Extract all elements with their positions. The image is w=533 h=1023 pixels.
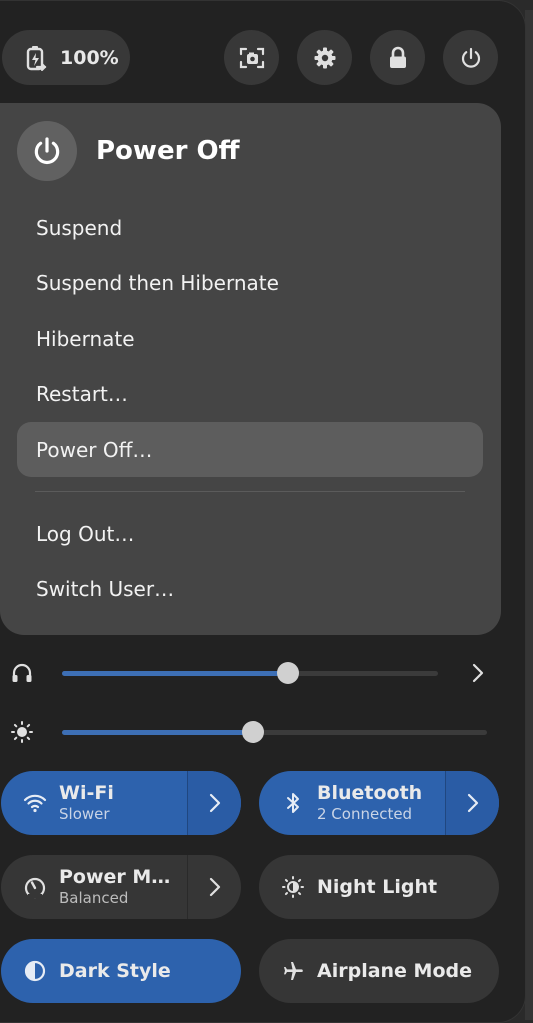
battery-percentage: 100% [60, 46, 119, 69]
menu-item-restart[interactable]: Restart… [17, 366, 483, 421]
power-mode-toggle[interactable]: Power M… Balanced [1, 855, 241, 919]
panel-edge [525, 10, 533, 1020]
dark-style-icon [23, 959, 47, 983]
power-menu-title: Power Off [96, 136, 240, 166]
power-mode-toggle-title: Power M… [59, 866, 171, 888]
night-light-icon [281, 875, 305, 899]
brightness-slider-handle[interactable] [242, 721, 265, 743]
airplane-icon [281, 959, 305, 983]
menu-item-label: Restart… [36, 381, 128, 406]
chevron-right-icon [209, 877, 220, 897]
power-mode-icon [23, 875, 47, 899]
chevron-right-icon [472, 663, 484, 683]
lock-icon [388, 46, 408, 70]
screenshot-button[interactable] [224, 30, 279, 85]
settings-button[interactable] [297, 30, 352, 85]
dark-style-toggle[interactable]: Dark Style [1, 939, 241, 1003]
menu-separator [35, 491, 465, 492]
menu-item-label: Hibernate [36, 326, 135, 351]
power-icon [459, 46, 483, 70]
power-icon [17, 121, 77, 181]
airplane-mode-toggle-title: Airplane Mode [317, 960, 472, 982]
wifi-icon [23, 791, 47, 815]
wifi-toggle[interactable]: Wi-Fi Slower [1, 771, 241, 835]
power-mode-toggle-subtitle: Balanced [59, 889, 129, 907]
brightness-slider[interactable] [62, 721, 487, 743]
screenshot-icon [239, 46, 265, 70]
chevron-right-icon [209, 793, 220, 813]
night-light-toggle-title: Night Light [317, 876, 438, 898]
menu-item-label: Switch User… [36, 576, 175, 601]
power-mode-menu-button[interactable] [187, 855, 241, 919]
dark-style-toggle-title: Dark Style [59, 960, 171, 982]
power-off-menu: Power Off Suspend Suspend then Hibernate… [0, 103, 501, 635]
menu-item-label: Log Out… [36, 521, 135, 546]
airplane-mode-toggle[interactable]: Airplane Mode [259, 939, 499, 1003]
brightness-icon [10, 720, 34, 744]
power-menu-header: Power Off [17, 121, 240, 181]
battery-charging-icon [22, 44, 50, 72]
wifi-menu-button[interactable] [187, 771, 241, 835]
power-button[interactable] [443, 30, 498, 85]
menu-item-suspend-then-hibernate[interactable]: Suspend then Hibernate [17, 255, 483, 310]
chevron-right-icon [467, 793, 478, 813]
settings-icon [313, 46, 337, 70]
menu-item-hibernate[interactable]: Hibernate [17, 311, 483, 366]
wifi-toggle-subtitle: Slower [59, 805, 110, 823]
brightness-slider-fill [62, 730, 254, 735]
bluetooth-toggle-title: Bluetooth [317, 782, 423, 804]
bluetooth-toggle-subtitle: 2 Connected [317, 805, 413, 823]
menu-item-label: Power Off… [36, 437, 153, 462]
bluetooth-icon [281, 791, 305, 815]
audio-output-menu-button[interactable] [466, 661, 490, 685]
volume-slider-handle[interactable] [276, 662, 299, 684]
volume-slider[interactable] [62, 662, 438, 684]
lock-button[interactable] [370, 30, 425, 85]
volume-row [0, 653, 533, 693]
night-light-toggle[interactable]: Night Light [259, 855, 499, 919]
menu-item-switch-user[interactable]: Switch User… [17, 561, 483, 616]
bluetooth-menu-button[interactable] [445, 771, 499, 835]
menu-item-label: Suspend [36, 215, 123, 240]
wifi-toggle-title: Wi-Fi [59, 782, 114, 804]
menu-item-power-off[interactable]: Power Off… [17, 422, 483, 477]
menu-item-suspend[interactable]: Suspend [17, 200, 483, 255]
bluetooth-toggle[interactable]: Bluetooth 2 Connected [259, 771, 499, 835]
headphones-icon [10, 661, 34, 685]
menu-item-label: Suspend then Hibernate [36, 270, 279, 295]
menu-item-log-out[interactable]: Log Out… [17, 506, 483, 561]
volume-slider-fill [62, 671, 288, 676]
brightness-row [0, 712, 533, 752]
battery-indicator[interactable]: 100% [2, 30, 130, 85]
